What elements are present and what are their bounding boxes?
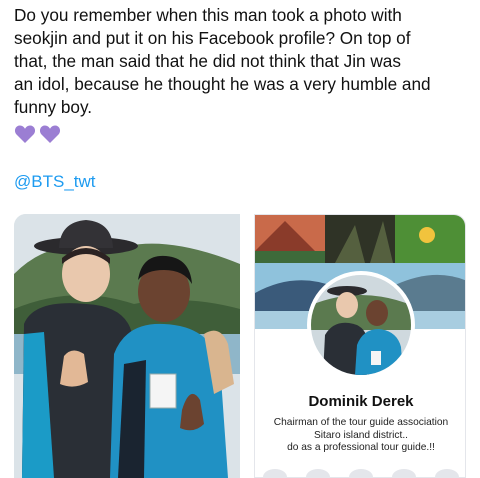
profile-bio: Chairman of the tour guide association S… (261, 417, 461, 455)
tweet-line: Do you remember when this man took a pho… (14, 5, 402, 25)
bio-line: Chairman of the tour guide association (273, 417, 449, 428)
mention-link[interactable]: @BTS_twt (14, 172, 96, 192)
tweet-line: an idol, because he thought he was a ver… (14, 74, 431, 94)
profile-action-button[interactable] (349, 469, 373, 477)
tweet-photo-selfie[interactable] (14, 214, 240, 478)
bio-line: do as a professional tour guide.!! (287, 442, 435, 453)
profile-name: Dominik Derek (308, 393, 414, 410)
facebook-profile-card[interactable]: Dominik Derek Chairman of the tour guide… (254, 214, 466, 478)
tweet-line: that, the man said that he did not think… (14, 51, 401, 71)
tweet-text: Do you remember when this man took a pho… (14, 4, 470, 119)
profile-action-button[interactable] (263, 469, 287, 477)
bio-line: Sitaro island district.. (314, 429, 408, 441)
tweet-line: seokjin and put it on his Facebook profi… (14, 28, 411, 48)
profile-action-button[interactable] (392, 469, 416, 477)
purple-heart-icon (14, 124, 36, 144)
profile-action-button[interactable] (306, 469, 330, 477)
tweet-line: funny boy. (14, 97, 93, 117)
profile-action-button[interactable] (435, 469, 459, 477)
purple-heart-icon (39, 124, 61, 144)
purple-hearts-emoji (14, 124, 61, 144)
profile-action-row (263, 469, 459, 477)
profile-picture[interactable] (307, 271, 415, 379)
